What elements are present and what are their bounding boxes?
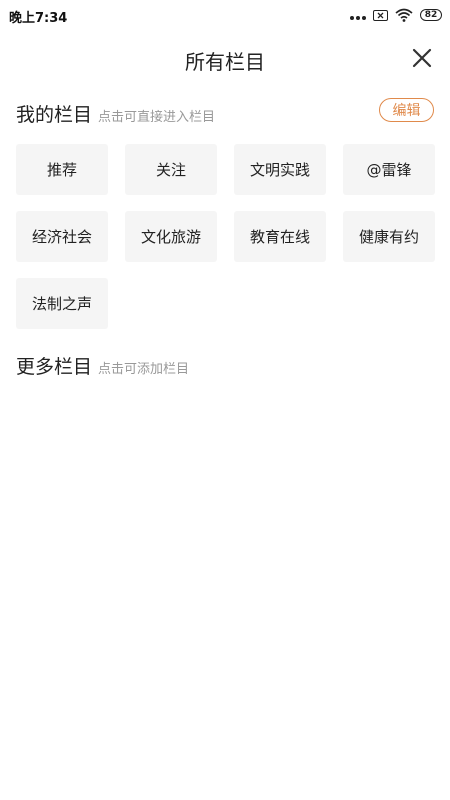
channel-chip-health[interactable]: 健康有约 bbox=[343, 211, 435, 262]
status-time: 晚上7:34 bbox=[9, 11, 68, 26]
page-title: 所有栏目 bbox=[185, 50, 265, 74]
channel-chip-culture[interactable]: 文化旅游 bbox=[125, 211, 217, 262]
channel-chip-leifeng[interactable]: @雷锋 bbox=[343, 144, 435, 195]
more-channels-hint: 点击可添加栏目 bbox=[98, 362, 190, 377]
channel-chip-civilization[interactable]: 文明实践 bbox=[234, 144, 326, 195]
my-channels-hint: 点击可直接进入栏目 bbox=[98, 110, 216, 125]
close-button[interactable] bbox=[410, 46, 434, 70]
channel-chip-education[interactable]: 教育在线 bbox=[234, 211, 326, 262]
channel-chip-law[interactable]: 法制之声 bbox=[16, 278, 108, 329]
header: 所有栏目 bbox=[0, 40, 450, 76]
wifi-icon bbox=[395, 8, 413, 22]
no-sim-icon bbox=[373, 9, 388, 21]
more-channels-header: 更多栏目 点击可添加栏目 bbox=[16, 352, 434, 382]
my-channels-grid: 推荐 关注 文明实践 @雷锋 经济社会 文化旅游 教育在线 健康有约 法制之声 bbox=[16, 144, 436, 329]
edit-button[interactable]: 编辑 bbox=[379, 98, 434, 122]
more-channels-title: 更多栏目 bbox=[16, 356, 93, 378]
more-dots-icon bbox=[350, 16, 366, 20]
status-bar: 晚上7:34 82 bbox=[0, 0, 450, 32]
battery-icon: 82 bbox=[420, 9, 442, 21]
close-icon bbox=[412, 48, 432, 68]
channel-chip-economy[interactable]: 经济社会 bbox=[16, 211, 108, 262]
my-channels-header: 我的栏目 点击可直接进入栏目 编辑 bbox=[16, 98, 434, 130]
channel-chip-follow[interactable]: 关注 bbox=[125, 144, 217, 195]
my-channels-title: 我的栏目 bbox=[16, 104, 93, 126]
status-icons: 82 bbox=[350, 7, 442, 23]
channel-chip-recommend[interactable]: 推荐 bbox=[16, 144, 108, 195]
